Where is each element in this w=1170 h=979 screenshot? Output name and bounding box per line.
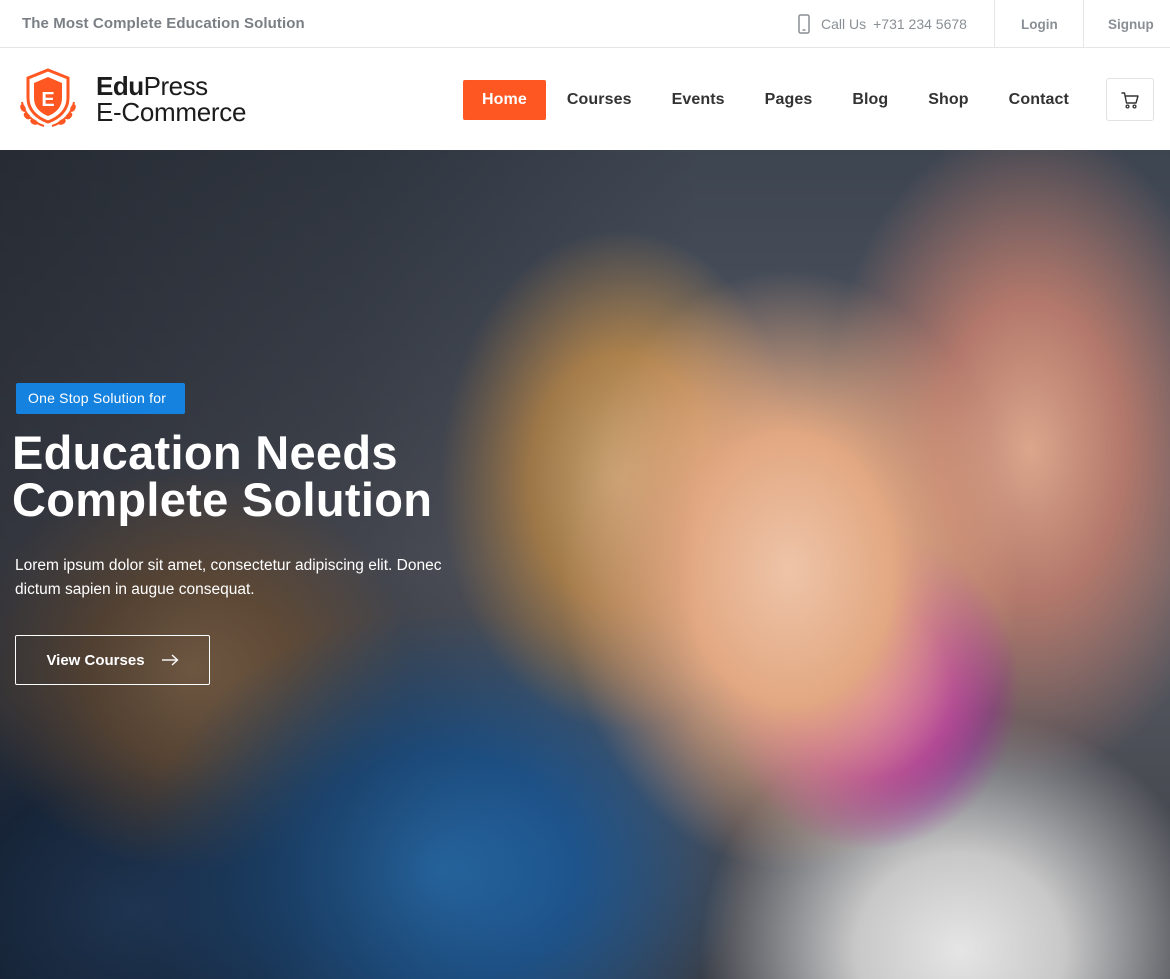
nav-events[interactable]: Events [653,80,744,120]
view-courses-button[interactable]: View Courses [15,635,210,685]
hero-banner: One Stop Solution for Education Needs Co… [0,150,1170,979]
logo-wordmark: EduPress E-Commerce [96,73,246,125]
call-label: Call Us [821,16,867,32]
nav-pages[interactable]: Pages [746,80,832,120]
phone-icon [798,14,810,34]
hero-badge: One Stop Solution for [16,383,186,414]
shield-laurel-logo-icon: E [20,68,76,127]
hero-headline-line1: Education Needs [12,426,398,479]
nav-shop[interactable]: Shop [909,80,987,120]
divider [994,0,995,47]
nav-courses[interactable]: Courses [548,80,651,120]
nav-home[interactable]: Home [463,80,546,120]
arrow-right-icon [161,654,179,666]
hero-description: Lorem ipsum dolor sit amet, consectetur … [15,557,442,598]
brand-name: EduPress [96,71,208,101]
site-tagline: The Most Complete Education Solution [22,15,305,32]
signup-link[interactable]: Signup [1108,17,1154,32]
divider [1083,0,1084,47]
nav-contact[interactable]: Contact [990,80,1088,120]
nav-blog[interactable]: Blog [833,80,907,120]
call-us: Call Us +731 234 5678 [796,13,967,35]
login-link[interactable]: Login [1021,17,1058,32]
main-nav: Home Courses Events Pages Blog Shop Cont… [463,80,1090,120]
phone-number[interactable]: +731 234 5678 [873,16,967,32]
view-courses-label: View Courses [46,651,145,669]
hero-headline: Education Needs Complete Solution [12,429,572,523]
brand-subtitle: E-Commerce [96,97,247,127]
logo-letter: E [41,89,54,111]
cart-button[interactable] [1106,78,1154,121]
top-bar: The Most Complete Education Solution Cal… [0,0,1170,48]
main-header: E EduPress E-Commerce Home Courses Event… [0,48,1170,150]
hero-headline-line2: Complete Solution [12,473,433,526]
site-logo[interactable]: E EduPress E-Commerce [14,68,246,130]
cart-icon [1121,91,1139,109]
